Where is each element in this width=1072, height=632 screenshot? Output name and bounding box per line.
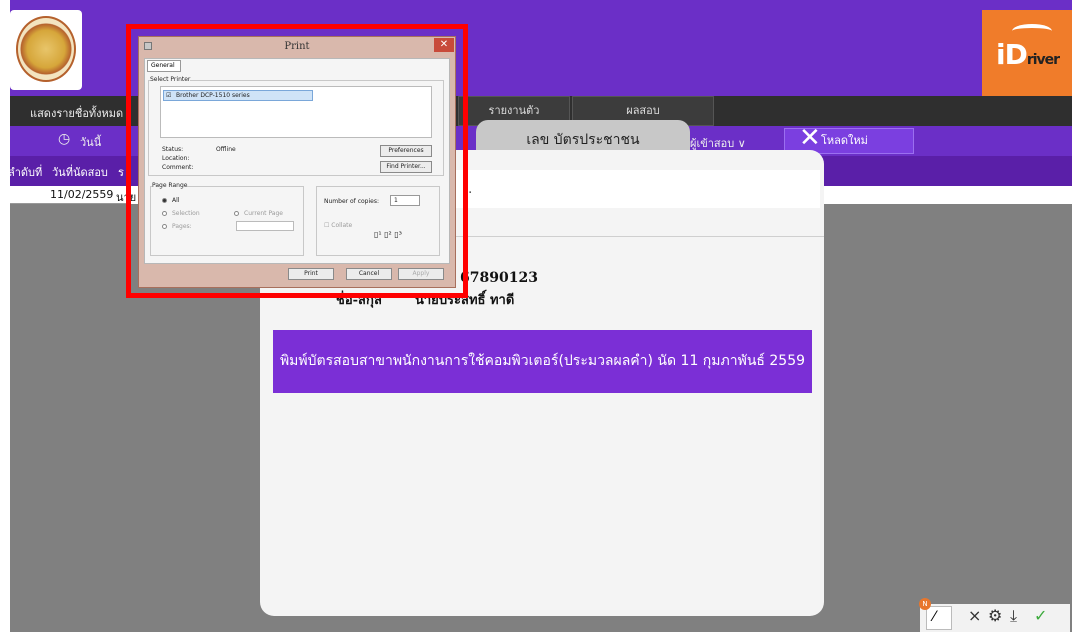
brand-sub: river <box>1026 52 1060 68</box>
department-logo <box>10 10 82 90</box>
entrant-filter-label: ผู้เข้าสอบ <box>690 137 735 150</box>
show-all-link[interactable]: แสดงรายชื่อทั้งหมด <box>30 104 123 122</box>
row-date: 11/02/2559 <box>50 188 114 201</box>
chevron-down-icon: ∨ <box>737 137 746 150</box>
col-name: ร <box>118 166 124 179</box>
close-icon[interactable]: × <box>968 606 981 625</box>
col-date: วันที่นัดสอบ <box>52 166 108 179</box>
id-number-value: 67890123 <box>460 270 538 286</box>
gear-icon[interactable]: ⚙ <box>988 606 1002 625</box>
brand-logo: iDriver <box>982 10 1072 96</box>
col-order: ลำดับที่ <box>8 166 43 179</box>
seal-icon <box>16 16 76 82</box>
id-input[interactable] <box>455 170 820 208</box>
left-margin <box>0 0 10 632</box>
brand-id: iD <box>996 38 1028 71</box>
close-icon: ✕ <box>799 123 821 153</box>
check-icon[interactable]: ✓ <box>1034 606 1047 625</box>
highlight-box <box>126 24 468 298</box>
brush-icon[interactable]: ⁄ <box>926 606 952 630</box>
notification-badge: N <box>919 598 931 610</box>
road-icon <box>1012 24 1052 38</box>
brand-text: iDriver <box>996 38 1060 71</box>
download-icon[interactable]: ⤓ <box>1010 606 1017 626</box>
date-label[interactable]: วันนี้ <box>80 133 101 151</box>
clock-icon: ◷ <box>58 131 71 147</box>
print-card-button[interactable]: พิมพ์บัตรสอบสาขาพนักงานการใช้คอมพิวเตอร์… <box>273 330 812 393</box>
reload-label: โหลดใหม่ <box>821 134 868 147</box>
